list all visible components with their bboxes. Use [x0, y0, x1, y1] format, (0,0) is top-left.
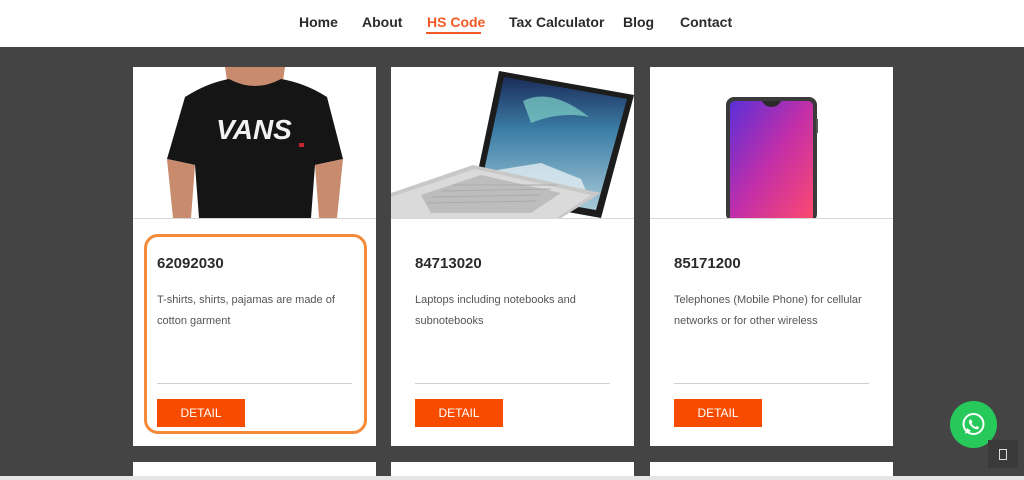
card-rule — [415, 383, 610, 384]
card-divider — [133, 218, 376, 219]
hs-description: Telephones (Mobile Phone) for cellular n… — [674, 294, 862, 327]
nav-blog[interactable]: Blog — [623, 14, 654, 30]
card-divider — [391, 218, 634, 219]
card-divider — [650, 218, 893, 219]
nav-tax-calculator[interactable]: Tax Calculator — [509, 14, 604, 30]
mobile-phone-icon — [650, 67, 893, 218]
nav-home[interactable]: Home — [299, 14, 338, 30]
hs-code: 84713020 — [415, 255, 482, 272]
active-nav-underline — [426, 32, 481, 34]
tshirt-image: VANS — [133, 67, 376, 218]
detail-button[interactable]: DETAIL — [674, 399, 762, 427]
back-to-top-button[interactable] — [988, 440, 1018, 468]
hs-code: 85171200 — [674, 255, 741, 272]
card-rule — [674, 383, 869, 384]
back-to-top-icon — [999, 449, 1007, 460]
laptop-icon — [391, 67, 634, 218]
product-card-laptop: 84713020 Laptops including notebooks and… — [391, 67, 634, 446]
laptop-image — [391, 67, 634, 218]
nav-contact[interactable]: Contact — [680, 14, 732, 30]
nav-hs-code[interactable]: HS Code — [427, 14, 485, 30]
selection-highlight — [144, 234, 367, 434]
tshirt-icon: VANS — [133, 67, 376, 218]
bottom-strip — [0, 476, 1024, 480]
mobile-phone-image — [650, 67, 893, 218]
hs-description: Laptops including notebooks and subnoteb… — [415, 294, 576, 327]
product-card-mobile-phone: 85171200 Telephones (Mobile Phone) for c… — [650, 67, 893, 446]
top-navigation: Home About HS Code Tax Calculator Blog C… — [0, 0, 1024, 47]
detail-button[interactable]: DETAIL — [415, 399, 503, 427]
nav-about[interactable]: About — [362, 14, 402, 30]
svg-text:VANS: VANS — [216, 114, 292, 145]
